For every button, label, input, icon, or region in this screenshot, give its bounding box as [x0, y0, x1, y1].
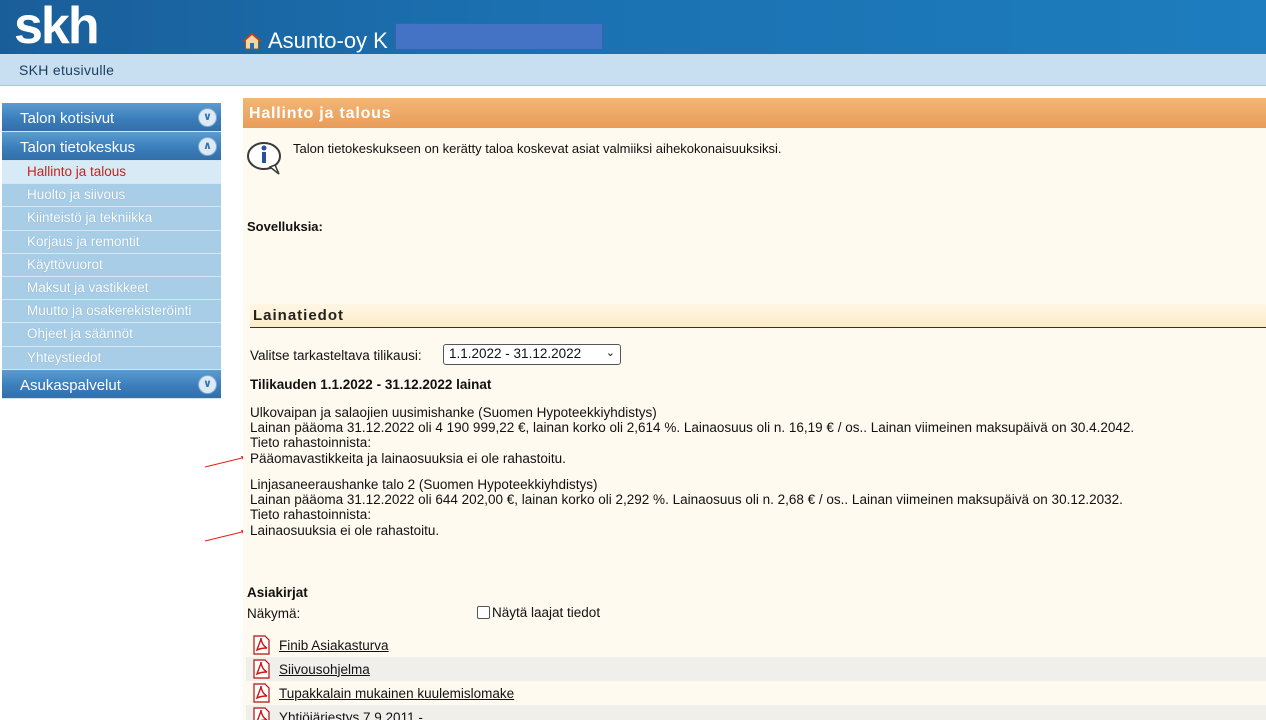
view-label: Näkymä:	[247, 606, 301, 621]
sidebar-group-talon-tietokeskus[interactable]: Talon tietokeskus ∧	[2, 132, 221, 161]
chevron-down-icon: ⌄	[605, 347, 615, 359]
pdf-icon	[253, 635, 270, 655]
section-title: Hallinto ja talous	[243, 98, 1266, 128]
loan-fund-label: Tieto rahastoinnista:	[250, 435, 372, 451]
loan-details: Lainan pääoma 31.12.2022 oli 644 202,00 …	[250, 492, 1123, 508]
home-link[interactable]: SKH etusivulle	[19, 62, 114, 78]
sidebar-item-muutto-ja-osakerekisterointi[interactable]: Muutto ja osakerekisteröinti	[2, 300, 221, 324]
pdf-icon	[253, 683, 270, 703]
apps-label: Sovelluksia:	[247, 219, 323, 234]
sidebar-group-label: Talon tietokeskus	[20, 139, 136, 156]
period-title: Tilikauden 1.1.2022 - 31.12.2022 lainat	[250, 377, 492, 392]
skh-logo[interactable]: skh	[14, 0, 100, 54]
wide-info-toggle[interactable]: Näytä laajat tiedot	[477, 605, 600, 620]
chevron-double-down-icon[interactable]: ∨	[198, 374, 217, 394]
site-title-text: Asunto-oy K	[268, 28, 388, 53]
info-icon	[247, 142, 281, 175]
nav-bar: SKH etusivulle	[0, 54, 1266, 86]
sidebar-item-ohjeet-ja-saannot[interactable]: Ohjeet ja säännöt	[2, 323, 221, 347]
loan-name: Linjasaneeraushanke talo 2 (Suomen Hypot…	[250, 477, 598, 492]
loan-item: Ulkovaipan ja salaojien uusimishanke (Su…	[250, 405, 1134, 466]
loans-heading: Lainatiedot	[250, 304, 1266, 328]
documents-heading: Asiakirjat	[247, 585, 308, 600]
sidebar-group-asukaspalvelut[interactable]: Asukaspalvelut ∨	[2, 369, 221, 399]
house-icon	[242, 32, 262, 50]
sidebar-group-label: Talon kotisivut	[20, 110, 115, 127]
wide-info-label: Näytä laajat tiedot	[492, 605, 601, 620]
redaction-box	[395, 23, 603, 50]
document-row: Yhtiöjärjestys 7.9.2011 -	[246, 705, 1266, 720]
sidebar-item-korjaus-ja-remontit[interactable]: Korjaus ja remontit	[2, 230, 221, 254]
document-link[interactable]: Finib Asiakasturva	[279, 638, 389, 653]
sidebar-item-kayttovuorot[interactable]: Käyttövuorot	[2, 253, 221, 277]
chevron-double-up-icon[interactable]: ∧	[198, 137, 217, 156]
loan-name: Ulkovaipan ja salaojien uusimishanke (Su…	[250, 405, 657, 420]
loan-details: Lainan pääoma 31.12.2022 oli 4 190 999,2…	[250, 420, 1135, 436]
sidebar: Talon kotisivut ∨ Talon tietokeskus ∧ Ha…	[2, 103, 221, 399]
top-header: skh Asunto-oy K	[0, 0, 1266, 54]
loan-fund-text: Pääomavastikkeita ja lainaosuuksia ei ol…	[250, 450, 566, 466]
loan-fund-label: Tieto rahastoinnista:	[250, 507, 372, 523]
sidebar-item-yhteystiedot[interactable]: Yhteystiedot	[2, 346, 221, 370]
sidebar-item-maksut-ja-vastikkeet[interactable]: Maksut ja vastikkeet	[2, 276, 221, 301]
document-link[interactable]: Siivousohjelma	[279, 662, 370, 677]
loan-fund-text: Lainaosuuksia ei ole rahastoitu.	[250, 522, 440, 538]
document-link[interactable]: Yhtiöjärjestys 7.9.2011 -	[279, 710, 423, 720]
sidebar-item-huolto-ja-siivous[interactable]: Huolto ja siivous	[2, 184, 221, 208]
info-text: Talon tietokeskukseen on kerätty taloa k…	[293, 141, 782, 156]
wide-info-checkbox[interactable]	[477, 606, 490, 619]
sidebar-item-kiinteisto-ja-tekniikka[interactable]: Kiinteistö ja tekniikka	[2, 207, 221, 231]
document-row: Tupakkalain mukainen kuulemislomake	[246, 681, 1266, 705]
pdf-icon	[253, 659, 270, 679]
sidebar-group-talon-kotisivut[interactable]: Talon kotisivut ∨	[2, 103, 221, 132]
sidebar-group-label: Asukaspalvelut	[20, 376, 121, 394]
period-select[interactable]: 1.1.2022 - 31.12.2022 ⌄	[443, 344, 621, 365]
document-row: Siivousohjelma	[246, 657, 1266, 681]
period-select-value: 1.1.2022 - 31.12.2022	[449, 346, 582, 361]
sidebar-item-hallinto-ja-talous[interactable]: Hallinto ja talous	[2, 161, 221, 185]
loan-item: Linjasaneeraushanke talo 2 (Suomen Hypot…	[250, 477, 1123, 538]
chevron-double-down-icon[interactable]: ∨	[198, 108, 217, 127]
pdf-icon	[253, 707, 270, 720]
site-title: Asunto-oy K	[242, 28, 388, 54]
main-content: Hallinto ja talous Talon tietokeskukseen…	[243, 98, 1266, 720]
document-link[interactable]: Tupakkalain mukainen kuulemislomake	[279, 686, 514, 701]
period-label: Valitse tarkasteltava tilikausi:	[250, 348, 422, 363]
document-row: Finib Asiakasturva	[246, 633, 1266, 657]
